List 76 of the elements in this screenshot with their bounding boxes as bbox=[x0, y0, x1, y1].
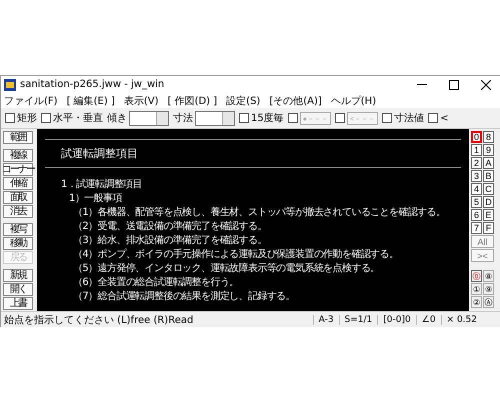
app-icon bbox=[4, 78, 16, 90]
tool-button[interactable]: 伸縮 bbox=[3, 177, 33, 190]
drawing-text: （5）遠方発停、インタロック、運転故障表示等の電気系統を点検する。 bbox=[72, 262, 381, 275]
layer-group-button[interactable]: ⓪ bbox=[471, 270, 482, 282]
tool-button[interactable]: 消去 bbox=[3, 205, 33, 218]
layer-group-button[interactable]: ⑨ bbox=[483, 283, 494, 295]
checkbox[interactable] bbox=[382, 113, 392, 123]
layer-toggle-button[interactable]: >< bbox=[471, 249, 494, 262]
tool-button[interactable]: コーナー bbox=[3, 163, 33, 176]
status-cell: ∠0 bbox=[416, 314, 441, 324]
checkbox-label: < bbox=[440, 112, 448, 124]
menu-item[interactable]: [ 作図(D) ] bbox=[168, 94, 218, 108]
checkbox-label: 寸法値 bbox=[394, 112, 424, 125]
layer-button[interactable]: 6 bbox=[471, 209, 482, 221]
all-layers-button[interactable]: All bbox=[471, 235, 494, 248]
status-cell: S=1/1 bbox=[338, 314, 378, 324]
maximize-icon[interactable] bbox=[449, 80, 459, 90]
layer-button[interactable]: 8 bbox=[483, 131, 494, 143]
layer-button[interactable]: B bbox=[483, 170, 494, 182]
menu-item[interactable]: [ 編集(E) ] bbox=[66, 94, 115, 108]
layer-button[interactable]: D bbox=[483, 196, 494, 208]
menu-item[interactable]: [その他(A)] bbox=[269, 94, 322, 108]
field-label: 寸法 bbox=[173, 112, 193, 125]
checkbox-label: 水平・垂直 bbox=[53, 112, 103, 125]
layer-button[interactable]: 3 bbox=[471, 170, 482, 182]
window-title: sanitation-p265.jww - jw_win bbox=[20, 79, 166, 90]
checkbox[interactable] bbox=[239, 113, 249, 123]
layer-button[interactable]: A bbox=[483, 157, 494, 169]
tool-button[interactable]: 移動 bbox=[3, 237, 33, 250]
tool-button[interactable]: 新規 bbox=[3, 269, 33, 282]
drawing-text: （3）給水、排水設備の準備完了を確認する。 bbox=[72, 234, 268, 247]
menu-item[interactable]: ファイル(F) bbox=[4, 94, 58, 108]
status-cell: [0-0]0 bbox=[377, 314, 416, 324]
tool-button[interactable]: 範囲 bbox=[3, 131, 33, 144]
layer-button[interactable]: 5 bbox=[471, 196, 482, 208]
layer-group-button[interactable]: Ⓐ bbox=[483, 296, 494, 308]
layer-button[interactable]: C bbox=[483, 183, 494, 195]
drawing-text: （2）受電、送電設備の準備完了を確認する。 bbox=[72, 220, 268, 233]
checkbox[interactable] bbox=[428, 113, 438, 123]
drawing-text: （4）ポンプ、ボイラの手元操作による運転及び保護装置の作動を確認する。 bbox=[72, 248, 400, 261]
drawing-text: （7）総合試運転調整後の結果を測定し、記録する。 bbox=[72, 290, 296, 303]
menu-item[interactable]: 表示(V) bbox=[124, 94, 158, 108]
layer-button[interactable]: 1 bbox=[471, 144, 482, 156]
layer-button[interactable]: E bbox=[483, 209, 494, 221]
field-label: 傾き bbox=[107, 112, 127, 125]
tool-button[interactable]: 上書 bbox=[3, 297, 33, 310]
checkbox-label: 15度毎 bbox=[251, 112, 284, 125]
status-message: 始点を指示してください (L)free (R)Read bbox=[3, 314, 194, 326]
layer-button[interactable]: 9 bbox=[483, 144, 494, 156]
checkbox[interactable] bbox=[41, 113, 51, 123]
drawing-text: 1．試運転調整項目 bbox=[60, 178, 143, 191]
drawing-text: （6）全装置の総合試運転調整を行う。 bbox=[72, 276, 240, 289]
tool-button[interactable]: 開く bbox=[3, 283, 33, 296]
dropdown-field[interactable] bbox=[129, 110, 169, 126]
drawing-text: 1）一般事項 bbox=[68, 192, 123, 205]
menu-item[interactable]: ヘルプ(H) bbox=[330, 94, 376, 108]
layer-button[interactable]: 2 bbox=[471, 157, 482, 169]
checkbox[interactable] bbox=[5, 113, 15, 123]
status-cell: × 0.52 bbox=[440, 314, 482, 324]
layer-button[interactable]: 7 bbox=[471, 222, 482, 234]
checkbox-label: 矩形 bbox=[17, 112, 37, 125]
layer-group-button[interactable]: ① bbox=[471, 283, 482, 295]
close-icon[interactable] bbox=[481, 80, 491, 90]
drawing-heading: 試運転調整項目 bbox=[60, 146, 139, 162]
dropdown-field[interactable] bbox=[195, 110, 235, 126]
status-cell: A-3 bbox=[312, 314, 339, 324]
tool-button[interactable]: 複線 bbox=[3, 149, 33, 162]
layer-group-button[interactable]: ⑧ bbox=[483, 270, 494, 282]
layer-group-button[interactable]: ② bbox=[471, 296, 482, 308]
tool-button[interactable]: 複写 bbox=[3, 223, 33, 236]
menu-item[interactable]: 設定(S) bbox=[226, 94, 260, 108]
layer-button[interactable]: F bbox=[483, 222, 494, 234]
layer-button[interactable]: 0 bbox=[471, 131, 482, 143]
tool-button[interactable]: 面取 bbox=[3, 191, 33, 204]
layer-button[interactable]: 4 bbox=[471, 183, 482, 195]
drawing-text: （1）各機器、配管等を点検し、養生材、ストッパ等が撤去されていることを確認する。 bbox=[72, 206, 446, 219]
